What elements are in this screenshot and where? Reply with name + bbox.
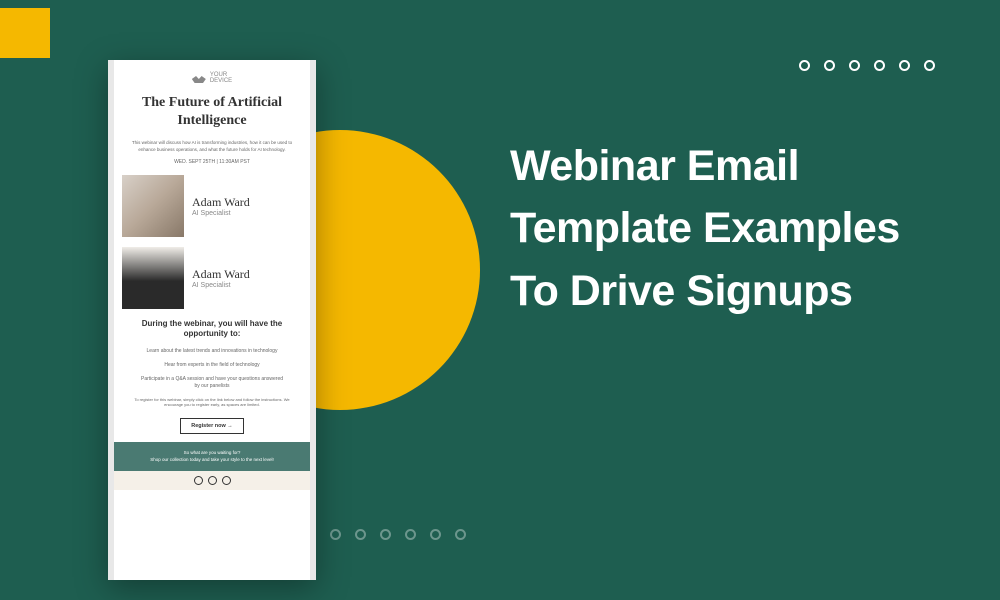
facebook-icon[interactable]: [194, 476, 203, 485]
speaker-item: Adam Ward AI Specialist: [122, 247, 302, 309]
footer-line1: So what are you waiting for?: [118, 450, 306, 457]
speaker-role: AI Specialist: [192, 210, 302, 217]
instagram-icon[interactable]: [222, 476, 231, 485]
speaker-photo: [122, 175, 184, 237]
email-title: The Future of Artificial Intelligence: [122, 94, 302, 130]
email-logo: YOUR DEVICE: [122, 72, 302, 84]
bullet-item: Learn about the latest trends and innova…: [122, 348, 302, 355]
logo-line2: DEVICE: [210, 78, 232, 84]
footer-banner: So what are you waiting for? Shop our co…: [114, 442, 310, 472]
footer-line2: Shop our collection today and take your …: [118, 457, 306, 464]
bullet-item: Participate in a Q&A session and have yo…: [122, 376, 302, 390]
email-template-preview: YOUR DEVICE The Future of Artificial Int…: [108, 60, 316, 580]
headline: Webinar Email Template Examples To Drive…: [510, 135, 950, 322]
social-row: [114, 471, 310, 490]
speaker-item: Adam Ward AI Specialist: [122, 175, 302, 237]
speaker-photo: [122, 247, 184, 309]
crown-icon: [192, 73, 206, 83]
speaker-name: Adam Ward: [192, 267, 302, 282]
register-button[interactable]: Register now →: [180, 418, 244, 434]
speaker-name: Adam Ward: [192, 195, 302, 210]
email-description: This webinar will discuss how AI is tran…: [122, 140, 302, 153]
register-description: To register for this webinar, simply cli…: [122, 397, 302, 408]
email-subheading: During the webinar, you will have the op…: [122, 319, 302, 340]
top-dots-decoration: [799, 60, 935, 71]
bottom-dots-decoration: [330, 529, 466, 540]
speaker-role: AI Specialist: [192, 282, 302, 289]
email-date: WED. SEPT 25TH | 11:30AM PST: [122, 159, 302, 165]
twitter-icon[interactable]: [208, 476, 217, 485]
bullet-item: Hear from experts in the field of techno…: [122, 362, 302, 369]
yellow-square-decoration: [0, 8, 50, 58]
